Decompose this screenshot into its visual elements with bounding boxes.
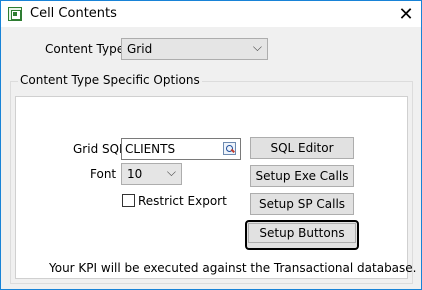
- lookup-icon[interactable]: [223, 142, 236, 155]
- window-title: Cell Contents: [30, 6, 117, 21]
- restrict-export-label: Restrict Export: [138, 194, 227, 208]
- setup-sp-calls-button[interactable]: Setup SP Calls: [250, 193, 354, 215]
- font-size-select[interactable]: 10 ⌵: [121, 163, 182, 185]
- content-type-label: Content Type: [45, 42, 125, 56]
- title-bar: Cell Contents ✕: [1, 1, 421, 27]
- content-type-value: Grid: [127, 42, 153, 56]
- grid-sql-field[interactable]: [121, 138, 241, 160]
- setup-buttons-label: Setup Buttons: [248, 223, 356, 243]
- cell-contents-dialog: Cell Contents ✕ Content Type Grid ⌵ Cont…: [0, 0, 422, 290]
- options-panel: [15, 96, 408, 279]
- chevron-down-icon: ⌵: [252, 40, 262, 54]
- sql-editor-button[interactable]: SQL Editor: [250, 137, 354, 159]
- setup-exe-calls-button[interactable]: Setup Exe Calls: [250, 165, 354, 187]
- app-icon: [8, 7, 22, 21]
- close-button[interactable]: ✕: [391, 1, 421, 27]
- setup-buttons-button[interactable]: Setup Buttons: [245, 220, 359, 250]
- grid-sql-label: Grid SQL: [73, 142, 126, 156]
- font-label: Font: [90, 167, 117, 181]
- chevron-down-icon: ⌵: [166, 165, 176, 179]
- restrict-export-checkbox[interactable]: [122, 194, 135, 207]
- font-size-value: 10: [127, 167, 143, 181]
- content-type-select[interactable]: Grid ⌵: [121, 38, 268, 60]
- footer-note: Your KPI will be executed against the Tr…: [49, 261, 417, 275]
- grid-sql-input[interactable]: [122, 139, 220, 159]
- group-title: Content Type Specific Options: [18, 73, 202, 87]
- close-icon: ✕: [398, 3, 414, 25]
